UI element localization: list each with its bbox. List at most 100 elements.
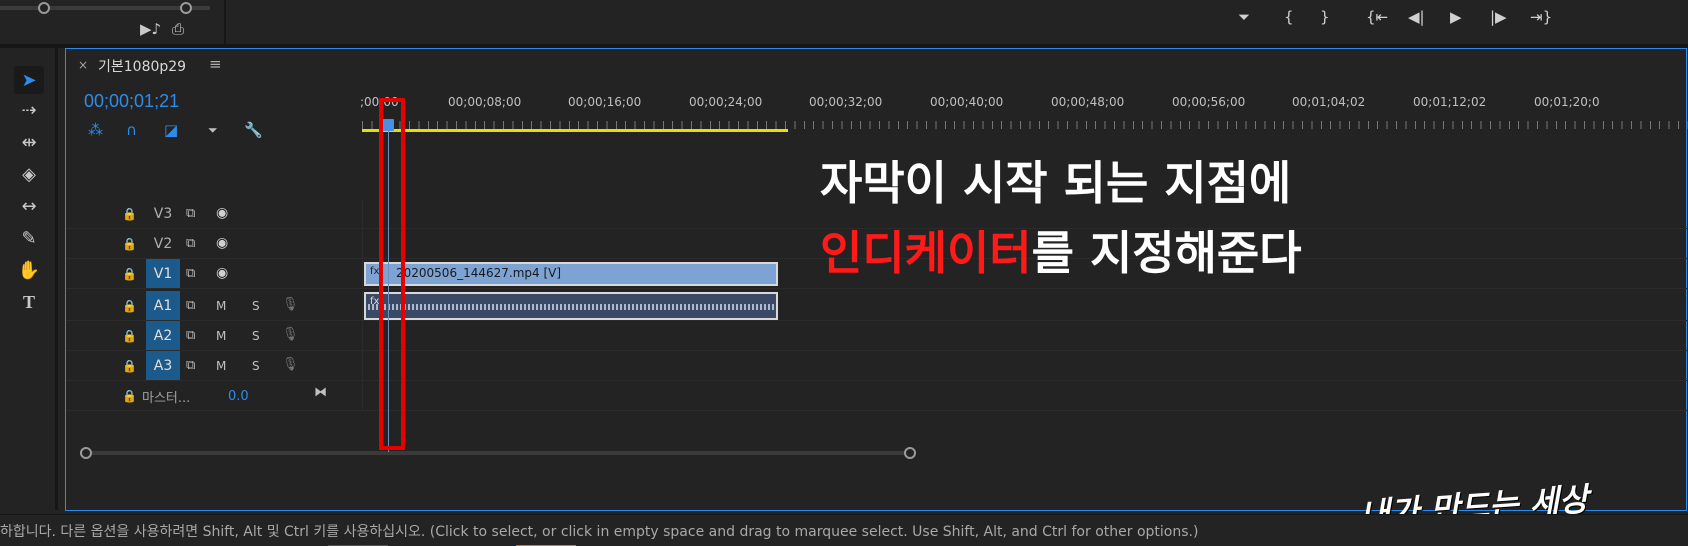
track-label-a3[interactable]: A3 xyxy=(146,351,180,380)
solo-button[interactable]: S xyxy=(252,329,260,343)
microphone-icon[interactable]: 🎙 xyxy=(282,297,299,312)
scroll-knob-left[interactable] xyxy=(80,447,92,459)
track-label-a2[interactable]: A2 xyxy=(146,321,180,350)
microphone-icon[interactable]: 🎙 xyxy=(282,357,299,372)
tools-panel: ➤ ⇢ ⇹ ◈ ↔ ✎ ✋ T xyxy=(0,48,58,510)
annotation-line2: 인디케이터를 지정해준다 xyxy=(820,218,1302,288)
source-zoom-slider[interactable] xyxy=(0,2,210,14)
lock-icon[interactable]: 🔒 xyxy=(122,329,137,343)
track-header-a2: 🔒 A2 ⧉ M S 🎙 xyxy=(66,321,362,351)
step-back-button[interactable]: ◀| xyxy=(1408,8,1425,26)
track-header-v3: 🔒 V3 ⧉ ◉ xyxy=(66,199,362,229)
mute-button[interactable]: M xyxy=(216,329,226,343)
music-to-sequence-icon[interactable]: ▶♪ xyxy=(140,20,161,38)
ruler-label: 00;00;08;00 xyxy=(448,95,522,109)
ruler-label: 00;00;56;00 xyxy=(1172,95,1246,109)
ruler-label: 00;00;40;00 xyxy=(930,95,1004,109)
close-tab-icon[interactable]: × xyxy=(78,58,88,72)
eye-icon[interactable]: ◉ xyxy=(216,205,228,221)
pen-tool-icon[interactable]: ✎ xyxy=(14,224,44,252)
wrench-icon[interactable]: 🔧 xyxy=(244,121,263,139)
annotation-highlight: 인디케이터 xyxy=(820,226,1032,280)
sequence-tab[interactable]: 기본1080p29 xyxy=(98,56,186,76)
track-label-a1[interactable]: A1 xyxy=(146,291,180,320)
audio-clip[interactable]: fx xyxy=(364,292,778,320)
lock-icon[interactable]: 🔒 xyxy=(122,299,137,313)
track-header-master: 🔒 마스터... 0.0 ⧓ xyxy=(66,381,362,411)
sync-lock-icon[interactable]: ⧉ xyxy=(186,328,195,343)
ruler-label: 00;01;12;02 xyxy=(1413,95,1487,109)
mark-in-button[interactable]: { xyxy=(1284,8,1294,26)
track-select-tool-icon[interactable]: ⇢ xyxy=(14,96,44,124)
slip-tool-icon[interactable]: ↔ xyxy=(14,192,44,220)
work-area-bar[interactable] xyxy=(362,129,788,132)
go-to-out-button[interactable]: ⇥} xyxy=(1530,8,1552,26)
lock-icon[interactable]: 🔒 xyxy=(122,207,137,221)
sync-lock-icon[interactable]: ⧉ xyxy=(186,206,195,221)
track-label-v1[interactable]: V1 xyxy=(146,259,180,288)
ruler-label: 00;00;48;00 xyxy=(1051,95,1125,109)
ruler-label: 00;00;32;00 xyxy=(809,95,883,109)
master-volume-value[interactable]: 0.0 xyxy=(228,389,249,404)
snap-magnet-icon[interactable]: ∩ xyxy=(126,121,137,139)
eye-icon[interactable]: ◉ xyxy=(216,235,228,251)
annotation-rest: 를 지정해준다 xyxy=(1031,226,1302,280)
track-label-v2[interactable]: V2 xyxy=(146,229,180,258)
track-lane-master[interactable] xyxy=(362,381,1688,411)
sync-lock-icon[interactable]: ⧉ xyxy=(186,266,195,281)
slider-knob-right[interactable] xyxy=(180,2,192,14)
play-button[interactable]: ▶ xyxy=(1450,8,1462,26)
step-forward-button[interactable]: |▶ xyxy=(1490,8,1507,26)
lock-icon[interactable]: 🔒 xyxy=(122,359,137,373)
time-ruler[interactable]: ;00;00 00;00;08;00 00;00;16;00 00;00;24;… xyxy=(360,81,1688,141)
lock-icon[interactable]: 🔒 xyxy=(122,267,137,281)
go-to-end-icon[interactable]: ⧓ xyxy=(314,385,327,400)
ruler-label: 00;00;24;00 xyxy=(689,95,763,109)
video-clip[interactable]: fx 20200506_144627.mp4 [V] xyxy=(364,262,778,286)
track-lane-a1[interactable]: fx xyxy=(362,291,1688,321)
scroll-track[interactable] xyxy=(80,451,910,455)
type-tool-icon[interactable]: T xyxy=(14,288,44,316)
highlight-box xyxy=(379,98,405,450)
sync-lock-icon[interactable]: ⧉ xyxy=(186,298,195,313)
ripple-edit-tool-icon[interactable]: ⇹ xyxy=(14,128,44,156)
go-to-in-button[interactable]: {⇤ xyxy=(1366,8,1388,26)
mute-button[interactable]: M xyxy=(216,299,226,313)
source-panel-bottom: ▶♪ ⎙ xyxy=(0,0,226,44)
sync-lock-icon[interactable]: ⧉ xyxy=(186,236,195,251)
solo-button[interactable]: S xyxy=(252,359,260,373)
track-lane-a3[interactable] xyxy=(362,351,1688,381)
track-header-v2: 🔒 V2 ⧉ ◉ xyxy=(66,229,362,259)
solo-button[interactable]: S xyxy=(252,299,260,313)
slider-knob-left[interactable] xyxy=(38,2,50,14)
add-marker-icon[interactable]: ⏷ xyxy=(208,123,218,138)
ruler-ticks xyxy=(362,121,1688,129)
lock-icon[interactable]: 🔒 xyxy=(122,237,137,251)
microphone-icon[interactable]: 🎙 xyxy=(282,327,299,342)
add-marker-button[interactable]: ⏷ xyxy=(1238,8,1250,26)
track-lane-a2[interactable] xyxy=(362,321,1688,351)
status-bar: 하합니다. 다른 옵션을 사용하려면 Shift, Alt 및 Ctrl 키를 … xyxy=(0,514,1688,546)
razor-tool-icon[interactable]: ◈ xyxy=(14,160,44,188)
lock-icon[interactable]: 🔒 xyxy=(122,389,137,403)
sync-lock-icon[interactable]: ⧉ xyxy=(186,358,195,373)
linked-selection-icon[interactable]: ◪ xyxy=(164,121,178,139)
mute-button[interactable]: M xyxy=(216,359,226,373)
timeline-tabbar: × 기본1080p29 ≡ xyxy=(66,49,1686,81)
track-label-v3[interactable]: V3 xyxy=(146,199,180,228)
clip-name: 20200506_144627.mp4 [V] xyxy=(396,266,562,280)
annotation-line1: 자막이 시작 되는 지점에 xyxy=(820,156,1292,210)
track-header-v1: 🔒 V1 ⧉ ◉ xyxy=(66,259,362,289)
selection-tool-icon[interactable]: ➤ xyxy=(14,66,44,94)
eye-icon[interactable]: ◉ xyxy=(216,265,228,281)
mark-out-button[interactable]: } xyxy=(1320,8,1330,26)
playhead-timecode[interactable]: 00;00;01;21 xyxy=(84,91,179,112)
scroll-knob-right[interactable] xyxy=(904,447,916,459)
ruler-label: 00;01;20;0 xyxy=(1534,95,1600,109)
timeline-zoom-scrollbar[interactable] xyxy=(80,447,1680,459)
insert-icon[interactable]: ⎙ xyxy=(172,20,184,38)
hand-tool-icon[interactable]: ✋ xyxy=(14,256,44,284)
nest-icon[interactable]: ⁂ xyxy=(88,121,103,139)
panel-menu-icon[interactable]: ≡ xyxy=(209,55,222,73)
track-header-a3: 🔒 A3 ⧉ M S 🎙 xyxy=(66,351,362,381)
